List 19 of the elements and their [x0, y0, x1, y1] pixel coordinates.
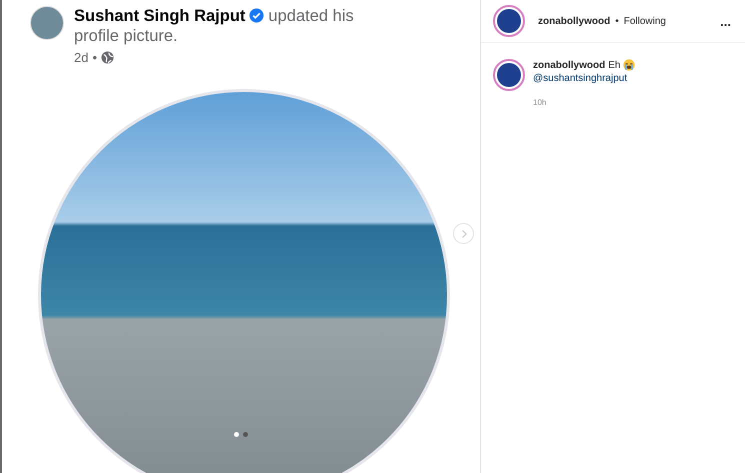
- author-name[interactable]: Sushant Singh Rajput: [74, 7, 246, 25]
- avatar[interactable]: [493, 5, 525, 37]
- post-action-text: profile picture.: [74, 27, 178, 45]
- username[interactable]: zonabollywood: [538, 16, 610, 26]
- following-status[interactable]: Following: [624, 16, 666, 26]
- mention-link[interactable]: @sushantsinghrajput: [533, 73, 628, 84]
- separator: •: [92, 50, 98, 65]
- carousel-dot[interactable]: [243, 432, 248, 437]
- separator: •: [615, 16, 619, 26]
- post-time[interactable]: 2d: [74, 50, 88, 65]
- caption-text: Eh: [608, 60, 620, 70]
- more-button[interactable]: ...: [720, 14, 731, 28]
- comment-time: 10h: [533, 98, 546, 107]
- globe-icon: [101, 51, 114, 64]
- username[interactable]: zonabollywood: [533, 60, 606, 70]
- crying-face-icon: [623, 59, 636, 71]
- carousel-dot[interactable]: [234, 432, 239, 437]
- post-action-text: updated his: [268, 7, 354, 25]
- avatar[interactable]: [493, 59, 525, 91]
